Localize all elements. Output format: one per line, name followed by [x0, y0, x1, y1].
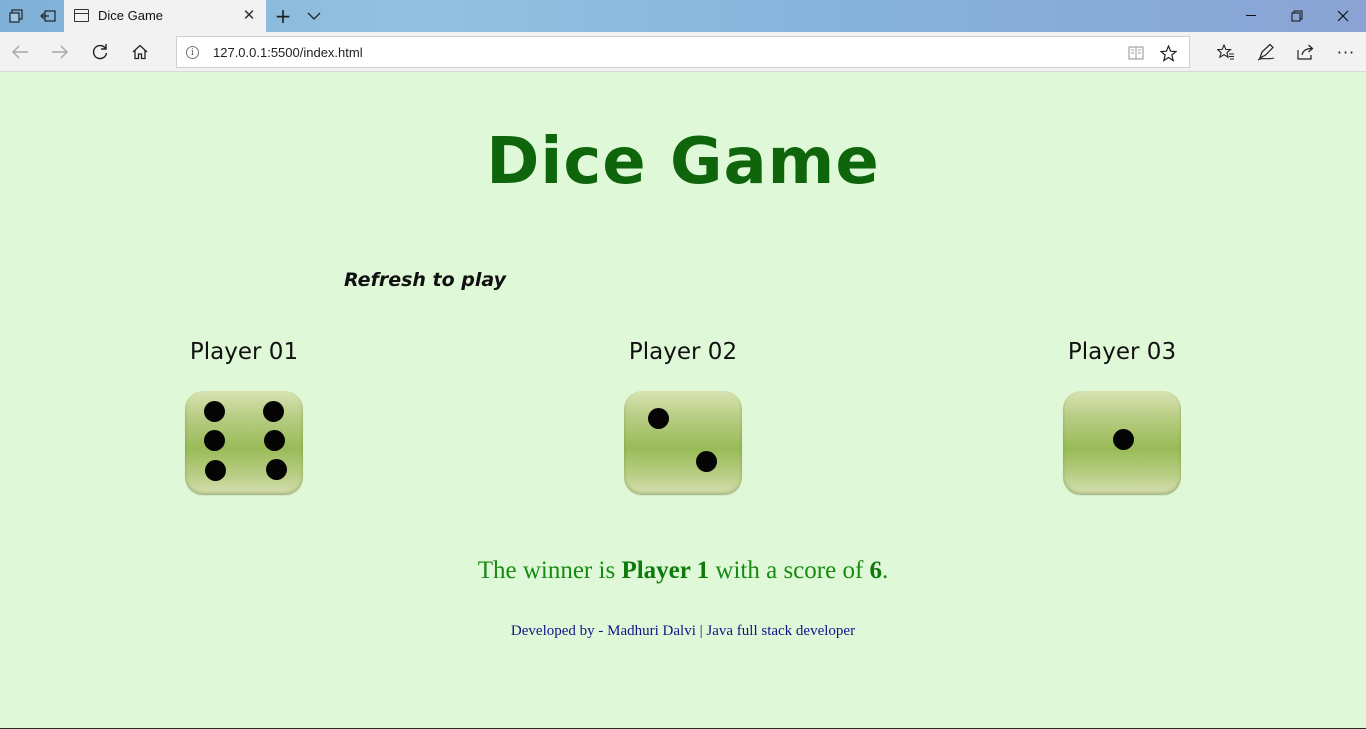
die-pip [264, 430, 285, 451]
die-pip [696, 451, 717, 472]
navigation-bar: i 127.0.0.1:5500/index.html ··· [0, 32, 1366, 72]
set-tabs-aside-icon[interactable] [32, 0, 64, 32]
die-pip [266, 459, 287, 480]
player-3: Player 03 [1002, 339, 1242, 495]
winner-middle: with a score of [709, 557, 870, 584]
info-icon[interactable]: i [186, 46, 199, 59]
refresh-instruction: Refresh to play [344, 269, 507, 291]
player-1-label: Player 01 [189, 339, 299, 365]
page-content: Dice Game Refresh to play Player 01 Play… [0, 73, 1366, 729]
refresh-icon[interactable] [80, 32, 120, 72]
die-pip [648, 408, 669, 429]
player-2-label: Player 02 [628, 339, 738, 365]
die-pip [205, 460, 226, 481]
home-icon[interactable] [120, 32, 160, 72]
favorite-star-icon[interactable] [1157, 42, 1179, 64]
winner-score: 6 [869, 557, 883, 584]
footer-credit: Developed by - Madhuri Dalvi | Java full… [510, 623, 856, 639]
favorites-hub-icon[interactable] [1206, 32, 1246, 72]
player-2: Player 02 [563, 339, 803, 495]
player-3-label: Player 03 [1067, 339, 1177, 365]
tab-dice-game[interactable]: Dice Game ✕ [64, 0, 266, 32]
tab-title: Dice Game [98, 8, 164, 23]
winner-name: Player 1 [621, 557, 710, 584]
close-window-icon[interactable] [1320, 0, 1366, 32]
minimize-icon[interactable] [1228, 0, 1274, 32]
more-options-icon[interactable]: ··· [1326, 32, 1366, 72]
winner-suffix: . [882, 557, 889, 584]
player-2-die [624, 391, 742, 495]
pen-notes-icon[interactable] [1246, 32, 1286, 72]
player-1: Player 01 [124, 339, 364, 495]
close-icon[interactable]: ✕ [240, 6, 258, 24]
page-icon [74, 9, 89, 22]
address-bar[interactable]: i 127.0.0.1:5500/index.html [176, 36, 1190, 68]
restore-icon[interactable] [1274, 0, 1320, 32]
tab-preview-icon[interactable] [0, 0, 32, 32]
die-pip [263, 401, 284, 422]
title-bar: Dice Game ✕ + [0, 0, 1366, 32]
winner-message: The winner is Player 1 with a score of 6… [0, 557, 1366, 585]
url-text[interactable]: 127.0.0.1:5500/index.html [213, 45, 363, 60]
reading-view-icon[interactable] [1125, 42, 1147, 64]
winner-prefix: The winner is [477, 557, 622, 584]
page-title: Dice Game [486, 125, 880, 199]
player-3-die [1063, 391, 1181, 495]
share-icon[interactable] [1286, 32, 1326, 72]
forward-icon[interactable] [40, 32, 80, 72]
player-1-die [185, 391, 303, 495]
chevron-down-icon[interactable] [298, 0, 330, 32]
new-tab-icon[interactable]: + [268, 0, 298, 32]
die-pip [204, 401, 225, 422]
die-pip [1113, 429, 1134, 450]
die-pip [204, 430, 225, 451]
back-icon[interactable] [0, 32, 40, 72]
